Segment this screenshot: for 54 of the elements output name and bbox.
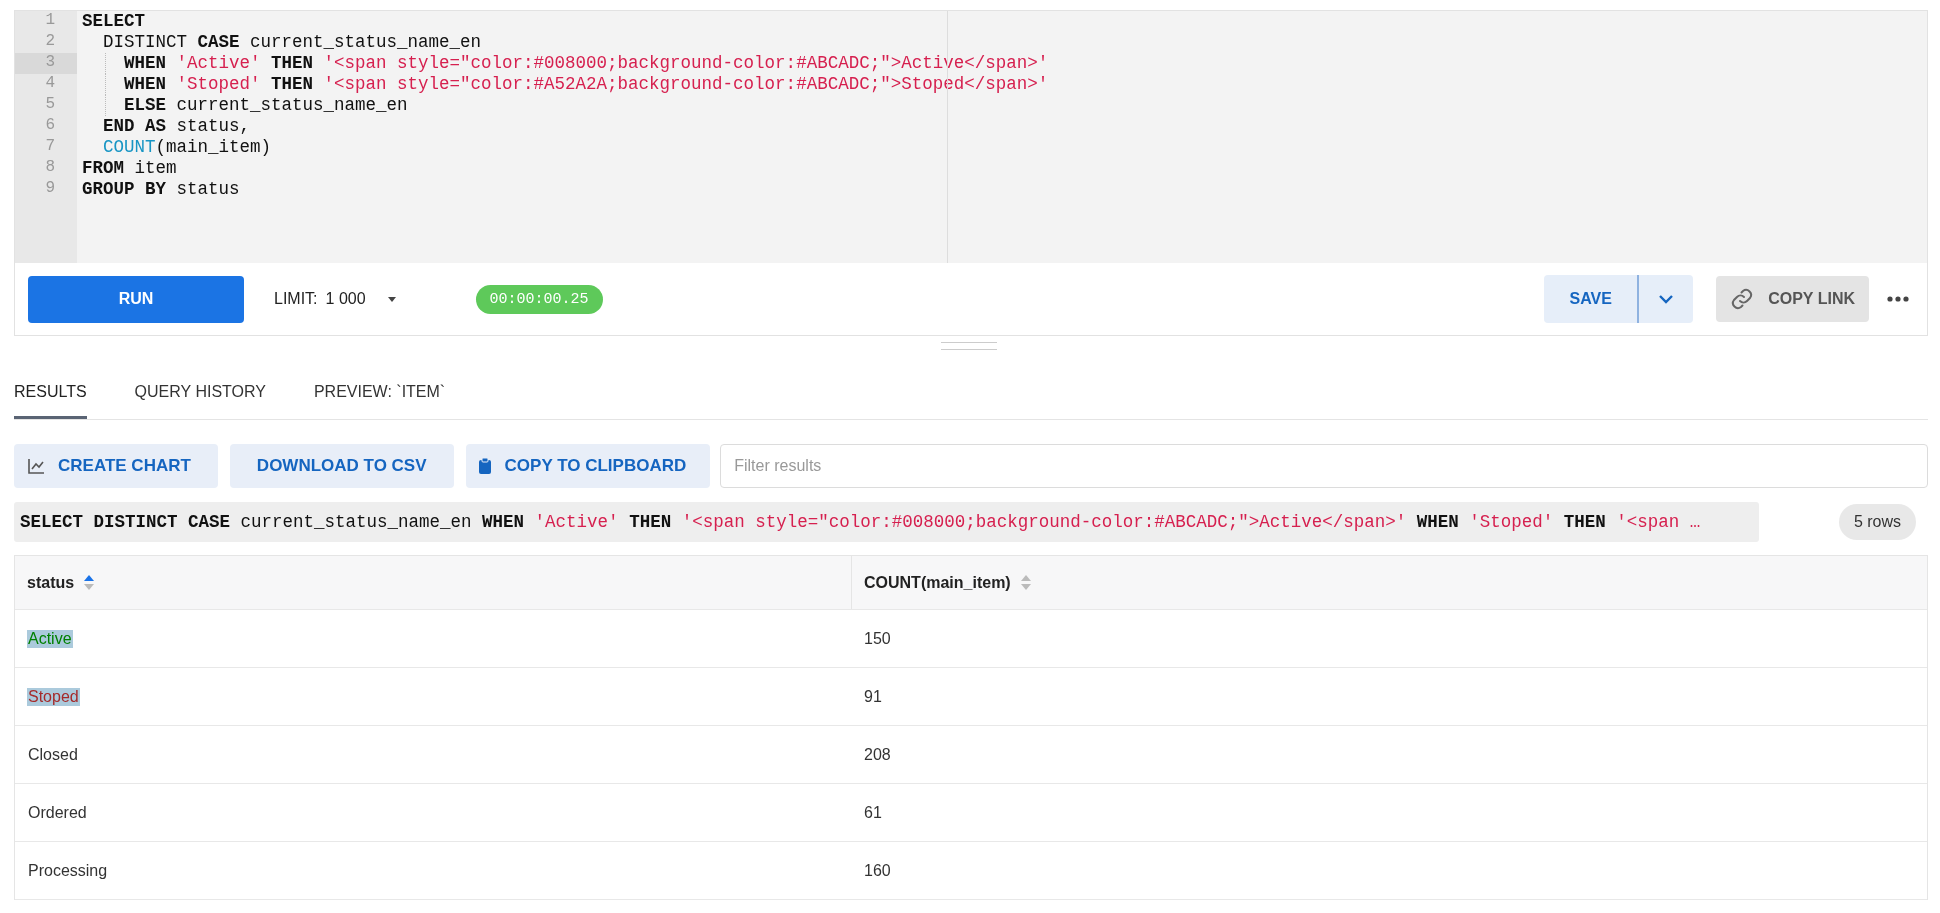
caret-icon: [387, 296, 396, 302]
row-count-badge: 5 rows: [1838, 504, 1916, 540]
resize-handle[interactable]: [941, 342, 997, 350]
table-cell: 150: [863, 629, 892, 648]
table-cell: 208: [863, 745, 892, 764]
limit-dropdown[interactable]: 1 000: [325, 290, 396, 308]
code-line: GROUP BY status: [81, 179, 241, 200]
table-cell: Processing: [27, 861, 109, 880]
line-number: 8: [44, 158, 56, 178]
tab[interactable]: QUERY HISTORY: [134, 369, 266, 419]
table-cell: Active: [27, 629, 73, 648]
line-number: 4: [44, 74, 56, 94]
sort-icon[interactable]: [84, 575, 95, 590]
column-header[interactable]: status: [15, 556, 851, 609]
line-number: 9: [44, 179, 56, 199]
table-cell: Stoped: [27, 687, 80, 706]
run-button[interactable]: RUN: [28, 275, 244, 323]
table-cell: Closed: [27, 745, 79, 764]
chevron-down-icon: [1659, 294, 1674, 304]
line-number: 2: [44, 32, 56, 52]
table-cell: 91: [863, 687, 883, 706]
copy-link-button[interactable]: COPY LINK: [1716, 276, 1869, 322]
more-icon: [1887, 296, 1909, 302]
table-cell: 160: [863, 861, 892, 880]
line-number: 3: [15, 53, 77, 74]
code-line: WHEN 'Stoped' THEN '<span style="color:#A52A2A;background-color:#ABCADC;">Stoped</span>': [77, 74, 1927, 95]
table-cell: 61: [863, 803, 883, 822]
action-button[interactable]: DOWNLOAD TO CSV: [229, 444, 454, 488]
limit-label: LIMIT:: [274, 290, 318, 308]
line-chart-icon: [28, 458, 45, 474]
code-line: FROM item: [81, 158, 178, 179]
sort-icon[interactable]: [1020, 575, 1031, 590]
code-line: SELECT: [81, 11, 146, 32]
code-line: COUNT(main_item): [102, 137, 273, 158]
filter-field[interactable]: Filter results: [720, 444, 1928, 488]
line-number: 5: [44, 95, 56, 115]
action-button[interactable]: CREATE CHART: [14, 444, 218, 488]
code-line: ELSE current_status_name_en: [77, 95, 1927, 116]
action-button[interactable]: COPY TO CLIPBOARD: [465, 444, 711, 488]
code-line: WHEN 'Active' THEN '<span style="color:#008000;background-color:#ABCADC;">Active</span>': [77, 53, 1927, 74]
executed-query: SELECT DISTINCT CASE current_status_name_en WHEN 'Active' THEN '<span style="color:#008000;background-color:#ABCADC;">Active</span>' WHEN 'Stoped' THEN '<span …: [14, 502, 1759, 542]
tab[interactable]: RESULTS: [14, 369, 87, 419]
tab[interactable]: PREVIEW: `ITEM`: [313, 369, 446, 419]
link-icon: [1730, 287, 1755, 311]
column-header[interactable]: COUNT(main_item): [851, 556, 1927, 609]
code-line: END AS status,: [102, 116, 252, 137]
line-number: 1: [44, 11, 56, 31]
clipboard-icon: [477, 457, 492, 475]
execution-time-badge: 00:00:00.25: [475, 284, 603, 314]
save-button[interactable]: SAVE: [1544, 275, 1640, 323]
table-cell: Ordered: [27, 803, 88, 822]
line-number: 7: [44, 137, 56, 157]
code-line: DISTINCT CASE current_status_name_en: [102, 32, 483, 53]
line-number: 6: [44, 116, 56, 136]
